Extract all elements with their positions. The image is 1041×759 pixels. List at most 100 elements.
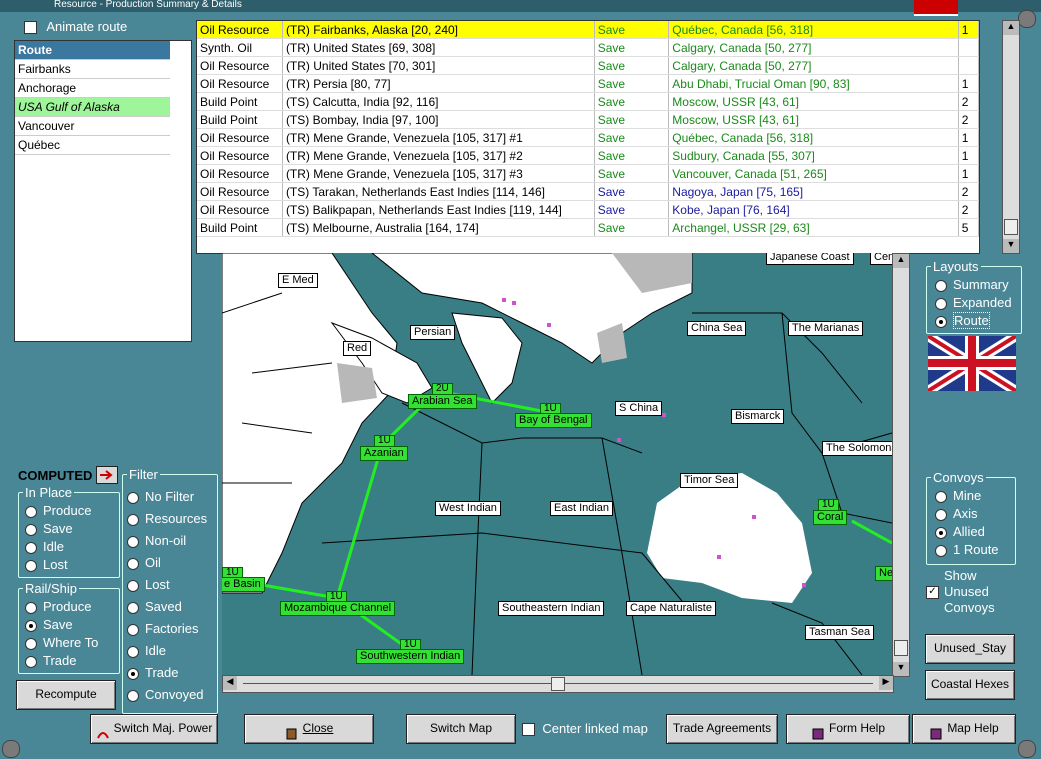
filter-option-radio[interactable]: Factories	[127, 621, 198, 636]
filter-option-radio[interactable]: Idle	[127, 643, 166, 658]
route-item[interactable]: USA Gulf of Alaska	[15, 98, 170, 117]
in-place-save-radio[interactable]: Save	[25, 521, 73, 536]
sea-label-arabian-sea[interactable]: Arabian Sea	[408, 394, 477, 409]
sea-label-s-china[interactable]: S China	[615, 401, 663, 416]
animate-route-checkbox[interactable]: Animate route	[24, 19, 127, 35]
map-vertical-scrollbar[interactable]: ▲ ▼	[892, 253, 910, 677]
filter-option-radio[interactable]: Resources	[127, 511, 207, 526]
sea-label-mozambique-channel[interactable]: Mozambique Channel	[280, 601, 396, 616]
route-item[interactable]: Vancouver	[15, 117, 170, 136]
scroll-down-arrow-icon[interactable]: ▼	[1003, 239, 1019, 253]
route-item[interactable]: Anchorage	[15, 79, 170, 98]
filter-option-radio[interactable]: Convoyed	[127, 687, 204, 702]
scroll-right-arrow-icon[interactable]: ▶	[879, 676, 893, 690]
sea-label-japanese-coast[interactable]: Japanese Coast	[766, 253, 854, 265]
filter-option-radio[interactable]: Saved	[127, 599, 182, 614]
table-row[interactable]: Oil Resource (TR) Fairbanks, Alaska [20, …	[197, 21, 980, 39]
map-help-button[interactable]: Map Help	[912, 714, 1016, 744]
radio-icon	[935, 526, 947, 539]
scroll-thumb[interactable]	[1004, 219, 1018, 235]
sea-label-china-sea[interactable]: China Sea	[687, 321, 747, 336]
in-place-idle-radio[interactable]: Idle	[25, 539, 64, 554]
sea-label-timor-sea[interactable]: Timor Sea	[680, 473, 739, 488]
scroll-thumb[interactable]	[551, 677, 565, 691]
center-linked-map-checkbox[interactable]: Center linked map	[522, 721, 648, 737]
scroll-up-arrow-icon[interactable]: ▲	[1003, 21, 1019, 35]
switch-map-button[interactable]: Switch Map	[406, 714, 516, 744]
table-row[interactable]: Build Point (TS) Calcutta, India [92, 116…	[197, 92, 980, 111]
table-row[interactable]: Build Point (TS) Bombay, India [97, 100] S…	[197, 110, 980, 129]
sea-label-basin[interactable]: e Basin	[222, 577, 265, 592]
table-row[interactable]: Build Point (TS) Melbourne, Australia [16…	[197, 218, 980, 237]
cell-origin: (TS) Balikpapan, Netherlands East Indies…	[282, 200, 595, 219]
route-item[interactable]: Québec	[15, 136, 170, 155]
in-place-lost-radio[interactable]: Lost	[25, 557, 68, 572]
filter-option-radio[interactable]: No Filter	[127, 489, 194, 504]
trade-agreements-button[interactable]: Trade Agreements	[666, 714, 778, 744]
sea-label-bismarck[interactable]: Bismarck	[731, 409, 785, 424]
table-row[interactable]: Oil Resource (TR) Mene Grande, Venezuela …	[197, 164, 980, 183]
filter-option-radio[interactable]: Non-oil	[127, 533, 186, 548]
rail-ship-where-to-radio[interactable]: Where To	[25, 635, 98, 650]
recompute-button[interactable]: Recompute	[16, 680, 116, 710]
cell-dest: Archangel, USSR [29, 63]	[668, 218, 959, 237]
convoy-axis-radio[interactable]: Axis	[935, 506, 978, 521]
table-row[interactable]: Oil Resource (TS) Balikpapan, Netherlands…	[197, 200, 980, 219]
sea-label-solomons[interactable]: The Solomons	[822, 441, 892, 456]
sea-label-cen[interactable]: Cen	[870, 253, 892, 265]
form-help-button[interactable]: Form Help	[786, 714, 910, 744]
scroll-up-arrow-icon[interactable]: ▲	[893, 254, 909, 268]
convoy-allied-radio[interactable]: Allied	[935, 524, 985, 539]
table-row[interactable]: Oil Resource (TS) Tarakan, Netherlands Ea…	[197, 182, 980, 201]
scroll-left-arrow-icon[interactable]: ◀	[223, 676, 237, 690]
sea-label-azanian[interactable]: Azanian	[360, 446, 408, 461]
radio-icon	[25, 655, 37, 668]
sea-label-tasman-sea[interactable]: Tasman Sea	[805, 625, 875, 640]
route-item[interactable]: Fairbanks	[15, 60, 170, 79]
sea-label-east-indian[interactable]: East Indian	[550, 501, 614, 516]
coastal-hexes-button[interactable]: Coastal Hexes	[925, 670, 1015, 700]
in-place-produce-radio[interactable]: Produce	[25, 503, 91, 518]
table-row[interactable]: Oil Resource (TR) Mene Grande, Venezuela …	[197, 146, 980, 165]
table-row[interactable]: Synth. Oil (TR) United States [69, 308] Sa…	[197, 38, 980, 57]
table-row[interactable]: Oil Resource (TR) Persia [80, 77] Save Abu …	[197, 74, 980, 93]
scroll-thumb[interactable]	[894, 640, 908, 656]
sea-label-ne[interactable]: Ne	[875, 566, 892, 581]
close-button[interactable]: Close	[244, 714, 374, 744]
sea-label-southwestern-indian[interactable]: Southwestern Indian	[356, 649, 465, 664]
table-scrollbar[interactable]: ▲ ▼	[1002, 20, 1020, 254]
rail-ship-produce-radio[interactable]: Produce	[25, 599, 91, 614]
map-horizontal-scrollbar[interactable]: ◀ ▶	[222, 675, 894, 693]
sea-label-red[interactable]: Red	[343, 341, 372, 356]
world-map[interactable]: E Med Persian Red Japanese Coast Cen Chi…	[222, 253, 892, 675]
sea-label-persian[interactable]: Persian	[410, 325, 456, 340]
convoy-mine-radio[interactable]: Mine	[935, 488, 981, 503]
cell-origin: (TR) Mene Grande, Venezuela [105, 317] #…	[282, 128, 595, 147]
radio-icon	[25, 637, 37, 650]
layout-route-radio[interactable]: Route	[935, 312, 990, 329]
sea-label-cape-naturaliste[interactable]: Cape Naturaliste	[626, 601, 716, 616]
rail-ship-save-radio[interactable]: Save	[25, 617, 73, 632]
sea-label-southeastern-indian[interactable]: Southeastern Indian	[498, 601, 605, 616]
filter-option-radio[interactable]: Trade	[127, 665, 178, 680]
layout-expanded-radio[interactable]: Expanded	[935, 295, 1012, 310]
sea-label-bay-of-bengal[interactable]: Bay of Bengal	[515, 413, 592, 428]
rail-ship-trade-radio[interactable]: Trade	[25, 653, 76, 668]
sea-label-coral[interactable]: Coral	[813, 510, 848, 525]
filter-option-radio[interactable]: Lost	[127, 577, 170, 592]
switch-major-power-button[interactable]: Switch Maj. Power	[90, 714, 218, 744]
sea-label-west-indian[interactable]: West Indian	[435, 501, 501, 516]
sea-label-e-med[interactable]: E Med	[278, 273, 318, 288]
convoy-1-route-radio[interactable]: 1 Route	[935, 542, 999, 557]
computed-arrow-button[interactable]	[96, 466, 118, 484]
table-row[interactable]: Oil Resource (TR) United States [70, 301]…	[197, 56, 980, 75]
sea-label-marianas[interactable]: The Marianas	[788, 321, 864, 336]
show-unused-convoys-checkbox[interactable]: ✓ Show Unused Convoys	[926, 568, 1016, 618]
scroll-down-arrow-icon[interactable]: ▼	[893, 662, 909, 676]
filter-option-radio[interactable]: Oil	[127, 555, 161, 570]
table-row[interactable]: Oil Resource (TR) Mene Grande, Venezuela …	[197, 128, 980, 147]
unused-stay-button[interactable]: Unused_Stay	[925, 634, 1015, 664]
landmass-india	[451, 312, 523, 404]
cell-count: 2	[958, 200, 980, 219]
layout-summary-radio[interactable]: Summary	[935, 277, 1009, 292]
